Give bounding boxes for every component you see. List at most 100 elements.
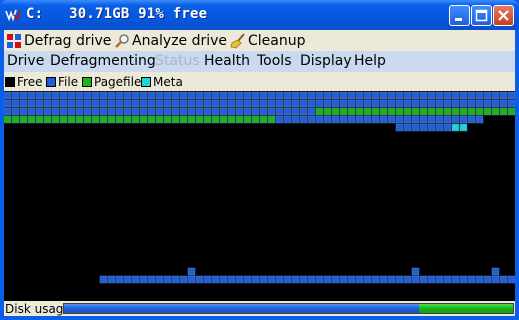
cluster-cell-pagefile: [395, 107, 404, 116]
cluster-cell-file: [347, 99, 356, 108]
menu-help[interactable]: Help: [354, 53, 386, 69]
cluster-cell-file: [403, 123, 412, 132]
cluster-cell-file: [91, 107, 100, 116]
cluster-cell-file: [411, 115, 420, 124]
cluster-cell-file: [419, 275, 428, 284]
cluster-cell-pagefile: [91, 115, 100, 124]
cluster-cell-pagefile: [131, 115, 140, 124]
cluster-cell-file: [83, 99, 92, 108]
pagefile-swatch: [82, 77, 92, 87]
maximize-button[interactable]: [471, 5, 492, 26]
cluster-cell-file: [371, 91, 380, 100]
cluster-cell-file: [315, 91, 324, 100]
cluster-cell-file: [387, 115, 396, 124]
cluster-cell-file: [235, 99, 244, 108]
window-title: C: 30.71GB 91% free: [26, 6, 208, 22]
cluster-cell-file: [483, 91, 492, 100]
cluster-cell-file: [355, 275, 364, 284]
cluster-cell-pagefile: [115, 115, 124, 124]
cluster-cell-file: [243, 99, 252, 108]
cluster-cell-pagefile: [27, 115, 36, 124]
cluster-cell-file: [59, 99, 68, 108]
cluster-cell-file: [187, 267, 196, 276]
cluster-cell-file: [275, 99, 284, 108]
cluster-cell-file: [395, 91, 404, 100]
cluster-cell-file: [475, 99, 484, 108]
cluster-cell-file: [395, 275, 404, 284]
cluster-cell-file: [443, 123, 452, 132]
cluster-cell-file: [499, 91, 508, 100]
analyze-drive-label: Analyze drive: [132, 32, 228, 49]
disk-cluster-map[interactable]: [4, 91, 515, 301]
menu-drive[interactable]: Drive: [7, 53, 44, 69]
cluster-cell-pagefile: [507, 107, 515, 116]
cluster-cell-file: [323, 91, 332, 100]
cluster-cell-file: [435, 275, 444, 284]
cluster-cell-pagefile: [243, 115, 252, 124]
cluster-cell-file: [99, 275, 108, 284]
analyze-drive-button[interactable]: Analyze drive: [114, 31, 227, 50]
cluster-cell-file: [99, 91, 108, 100]
menu-health[interactable]: Health: [204, 53, 250, 69]
cluster-cell-file: [91, 91, 100, 100]
cluster-cell-pagefile: [211, 115, 220, 124]
menu-tools[interactable]: Tools: [257, 53, 292, 69]
cleanup-button[interactable]: Cleanup: [230, 31, 306, 50]
minimize-button[interactable]: [449, 5, 470, 26]
cluster-cell-file: [51, 99, 60, 108]
cluster-cell-file: [451, 275, 460, 284]
app-logo-icon: [5, 9, 21, 22]
menu-defragmenting[interactable]: Defragmenting: [50, 53, 156, 69]
cluster-cell-file: [363, 275, 372, 284]
cluster-cell-file: [283, 99, 292, 108]
legend-file: File: [46, 75, 78, 89]
cluster-cell-file: [347, 275, 356, 284]
cluster-cell-file: [227, 107, 236, 116]
cluster-cell-pagefile: [355, 107, 364, 116]
cluster-cell-meta: [451, 123, 460, 132]
cluster-cell-file: [155, 107, 164, 116]
cluster-cell-file: [147, 107, 156, 116]
magnifier-icon: [115, 33, 129, 48]
cluster-cell-file: [123, 107, 132, 116]
cluster-cell-file: [59, 107, 68, 116]
cluster-cell-file: [467, 91, 476, 100]
cluster-cell-file: [123, 275, 132, 284]
cluster-cell-pagefile: [451, 107, 460, 116]
cluster-cell-file: [355, 115, 364, 124]
defrag-drive-button[interactable]: Defrag drive: [6, 31, 111, 50]
title-bar[interactable]: C: 30.71GB 91% free: [0, 0, 519, 30]
cluster-cell-pagefile: [179, 115, 188, 124]
menu-display[interactable]: Display: [300, 53, 352, 69]
cluster-cell-pagefile: [99, 115, 108, 124]
cluster-cell-file: [483, 275, 492, 284]
cluster-cell-file: [131, 275, 140, 284]
cluster-cell-file: [307, 115, 316, 124]
cluster-cell-file: [179, 91, 188, 100]
cluster-cell-file: [419, 99, 428, 108]
cluster-cell-file: [131, 91, 140, 100]
cluster-cell-file: [27, 99, 36, 108]
menu-status[interactable]: Status: [155, 53, 200, 69]
cluster-cell-file: [499, 275, 508, 284]
legend-file-label: File: [58, 75, 79, 89]
cluster-cell-file: [451, 91, 460, 100]
cluster-cell-file: [179, 275, 188, 284]
cluster-cell-file: [371, 115, 380, 124]
cluster-cell-file: [203, 107, 212, 116]
cluster-cell-file: [179, 99, 188, 108]
meta-swatch: [141, 77, 151, 87]
cluster-cell-file: [35, 107, 44, 116]
cluster-cell-file: [187, 99, 196, 108]
cluster-cell-file: [291, 91, 300, 100]
cluster-cell-file: [283, 275, 292, 284]
cluster-cell-file: [507, 99, 515, 108]
cluster-cell-file: [419, 91, 428, 100]
cluster-cell-file: [155, 99, 164, 108]
cluster-cell-pagefile: [315, 107, 324, 116]
close-button[interactable]: [493, 5, 514, 26]
cluster-cell-file: [299, 99, 308, 108]
cluster-cell-file: [451, 99, 460, 108]
cluster-cell-meta: [459, 123, 468, 132]
cluster-cell-file: [187, 91, 196, 100]
